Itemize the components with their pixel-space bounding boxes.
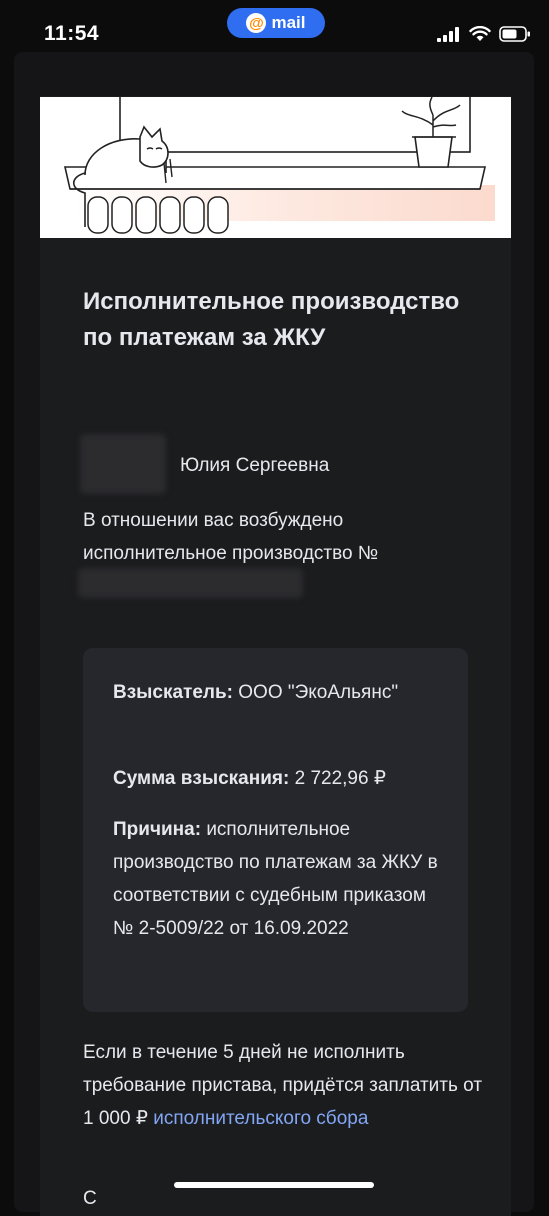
- mail-pill-label: mail: [271, 13, 306, 32]
- wifi-icon: [469, 26, 491, 41]
- claimant-value: ООО "ЭкоАльянс": [238, 682, 399, 703]
- case-details-box: Взыскатель: ООО "ЭкоАльянс" Сумма взыска…: [83, 648, 468, 1012]
- reason-line: Причина: исполнительное производство по …: [113, 813, 443, 945]
- amount-value: 2 722,96 ₽: [294, 768, 386, 789]
- intro-text: В отношении вас возбуждено исполнительно…: [83, 510, 379, 564]
- battery-icon: [499, 26, 530, 42]
- claimant-line: Взыскатель: ООО "ЭкоАльянс": [113, 676, 443, 709]
- home-indicator[interactable]: [174, 1182, 374, 1188]
- redacted-surname: [80, 434, 166, 494]
- reason-label: Причина:: [113, 819, 202, 840]
- warning-paragraph: Если в течение 5 дней не исполнить требо…: [83, 1036, 483, 1135]
- status-time: 11:54: [44, 22, 100, 45]
- status-icons: [437, 26, 531, 42]
- next-paragraph-start: С: [83, 1188, 97, 1209]
- amount-line: Сумма взыскания: 2 722,96 ₽: [113, 762, 443, 795]
- amount-label: Сумма взыскания:: [113, 768, 290, 789]
- email-banner-illustration: [40, 97, 511, 238]
- redacted-case-number: [78, 568, 303, 598]
- enforcement-fee-link[interactable]: исполнительского сбора: [153, 1108, 368, 1129]
- claimant-label: Взыскатель:: [113, 682, 233, 703]
- cat-on-radiator-illustration: [63, 97, 495, 234]
- at-icon: @: [246, 13, 267, 33]
- cellular-signal-icon: [437, 27, 459, 42]
- mail-app-pill[interactable]: @ mail: [227, 8, 325, 38]
- greeting-name: Юлия Сергеевна: [180, 455, 330, 476]
- email-title: Исполнительное производство по платежам …: [83, 288, 460, 351]
